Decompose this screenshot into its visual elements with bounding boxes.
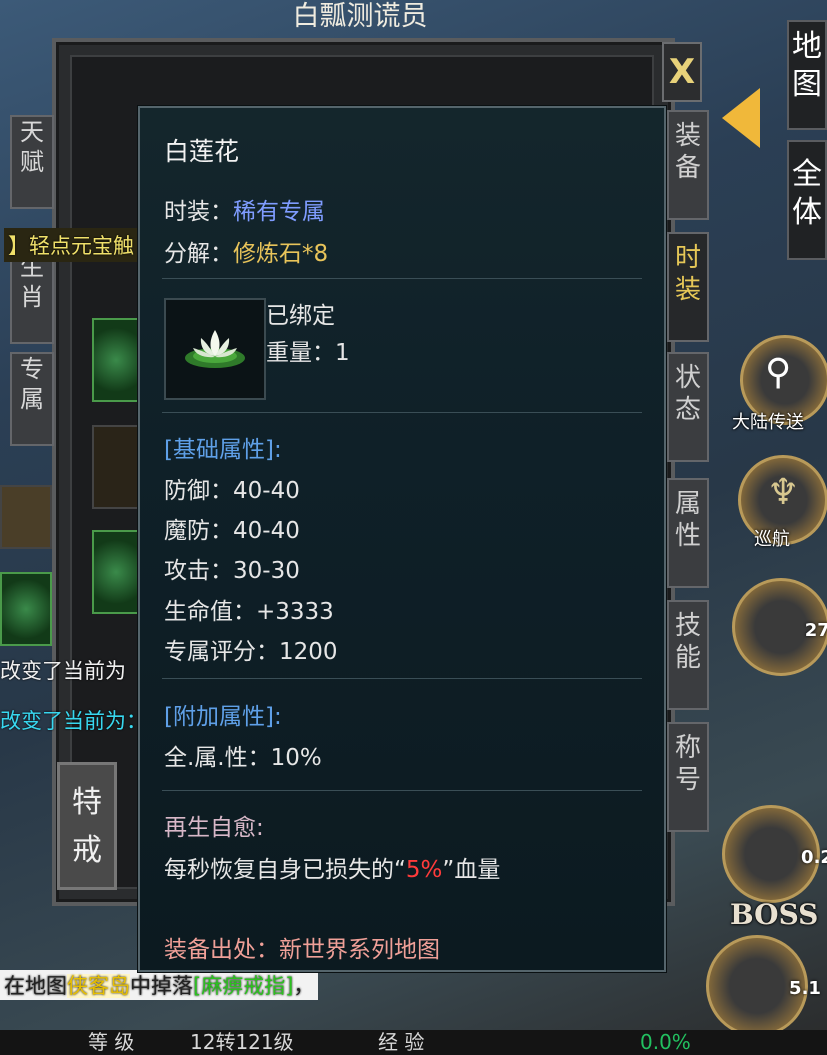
item-tooltip: 白莲花 时装：稀有专属 分解：修炼石*8 已绑定 重量：1 [基础属性]: 防御… bbox=[138, 106, 666, 972]
stat-all-attributes: 全.属.性：10% bbox=[164, 745, 322, 771]
divider bbox=[162, 278, 642, 279]
magnifier-icon: ⚲ bbox=[765, 352, 792, 393]
tab-talent[interactable]: 天赋 bbox=[10, 115, 54, 209]
skill-button-3[interactable]: 5.1 bbox=[706, 935, 821, 1037]
chat-line-drop: 在地图侠客岛中掉落[麻痹戒指]， bbox=[0, 970, 319, 1000]
decompose-value: 修炼石*8 bbox=[233, 241, 329, 267]
divider bbox=[162, 790, 642, 791]
tab-zodiac[interactable]: 生肖 bbox=[10, 250, 54, 344]
panel-title: 白瓢测谎员 bbox=[292, 1, 428, 32]
equip-slot[interactable] bbox=[92, 425, 140, 509]
all-button[interactable]: 全体 bbox=[787, 140, 827, 260]
special-ring-button[interactable]: 特戒 bbox=[57, 762, 117, 890]
stat-attack: 攻击：30-30 bbox=[164, 558, 300, 584]
item-name: 白莲花 bbox=[164, 137, 240, 166]
tab-fashion[interactable]: 时装 bbox=[667, 232, 709, 342]
tab-skills[interactable]: 技能 bbox=[667, 600, 709, 710]
item-weight: 重量：1 bbox=[266, 340, 350, 366]
regen-value: 5% bbox=[405, 857, 443, 883]
equip-slot[interactable] bbox=[92, 530, 140, 614]
chat-line: 】轻点元宝触 bbox=[4, 228, 138, 262]
bag-slot[interactable] bbox=[0, 572, 52, 646]
tab-attributes[interactable]: 属性 bbox=[667, 478, 709, 588]
divider bbox=[162, 678, 642, 679]
bound-status: 已绑定 bbox=[266, 303, 335, 329]
level-label: 等 级 bbox=[88, 1030, 135, 1054]
extra-stats-heading: [附加属性]: bbox=[164, 704, 282, 730]
exp-label: 经 验 bbox=[378, 1030, 425, 1054]
fashion-row: 时装：稀有专属 bbox=[164, 199, 325, 225]
regen-description: 每秒恢复自身已损失的“5%”血量 bbox=[164, 857, 501, 883]
skill-button-2[interactable]: 0.2 bbox=[722, 805, 827, 903]
collapse-arrow-icon[interactable] bbox=[722, 88, 760, 148]
item-icon-frame bbox=[164, 298, 266, 400]
base-stats-heading: [基础属性]: bbox=[164, 437, 282, 463]
chat-line: 改变了当前为： bbox=[0, 709, 147, 733]
boss-label: BOSS bbox=[730, 898, 819, 931]
skill-button-1[interactable]: 27.4 bbox=[732, 578, 827, 676]
tab-exclusive[interactable]: 专属 bbox=[10, 352, 54, 446]
item-source: 装备出处：新世界系列地图 bbox=[164, 937, 440, 963]
divider bbox=[162, 412, 642, 413]
map-button[interactable]: 地图 bbox=[787, 20, 827, 130]
decompose-row: 分解：修炼石*8 bbox=[164, 241, 329, 267]
stat-defense: 防御：40-40 bbox=[164, 478, 300, 504]
cruise-label: 巡航 bbox=[754, 529, 790, 550]
chat-line: 改变了当前为 bbox=[0, 659, 126, 683]
fashion-value: 稀有专属 bbox=[233, 199, 325, 225]
exp-value: 0.0% bbox=[640, 1030, 691, 1054]
continent-teleport-label: 大陆传送 bbox=[732, 412, 804, 433]
bag-slot[interactable] bbox=[0, 485, 52, 549]
equip-slot[interactable] bbox=[92, 318, 140, 402]
wings-icon: ♆ bbox=[767, 472, 800, 513]
status-bar: 等 级 12转121级 经 验 0.0% bbox=[0, 1030, 827, 1055]
level-value: 12转121级 bbox=[190, 1030, 294, 1054]
tab-title[interactable]: 称号 bbox=[667, 722, 709, 832]
close-button[interactable]: X bbox=[662, 42, 702, 102]
stat-hp: 生命值：+3333 bbox=[164, 599, 334, 625]
stat-exclusive-score: 专属评分：1200 bbox=[164, 639, 338, 665]
stat-magic-defense: 魔防：40-40 bbox=[164, 518, 300, 544]
regen-title: 再生自愈: bbox=[164, 815, 264, 841]
lotus-icon bbox=[185, 330, 245, 368]
tab-status[interactable]: 状态 bbox=[667, 352, 709, 462]
tab-equipment[interactable]: 装备 bbox=[667, 110, 709, 220]
